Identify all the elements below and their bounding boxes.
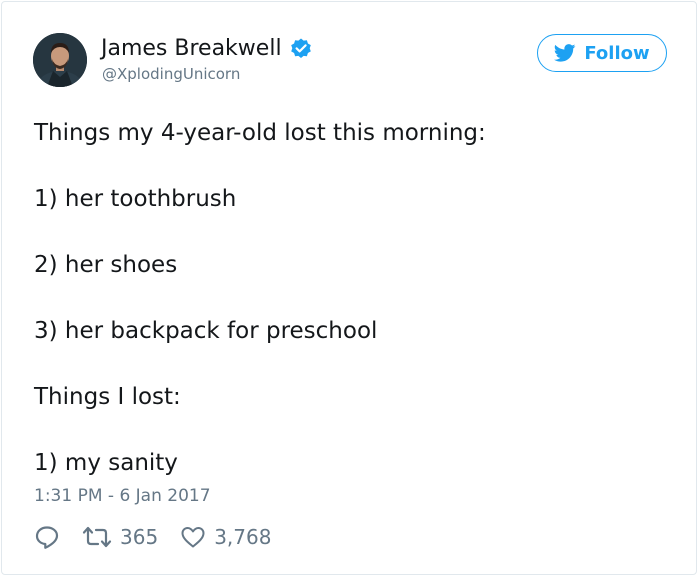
like-count: 3,768 [214,525,272,549]
tweet-line: Things I lost: [34,384,181,410]
like-button[interactable]: 3,768 [180,525,271,549]
tweet-line: 1) her toothbrush [34,186,237,212]
retweet-button[interactable]: 365 [82,525,158,549]
heart-icon [180,525,206,549]
tweet-line: 1) my sanity [34,450,178,476]
follow-button[interactable]: Follow [537,34,667,72]
tweet-line: Things my 4-year-old lost this morning: [34,120,486,146]
tweet-line: 3) her backpack for preschool [34,318,378,344]
tweet-line: 2) her shoes [34,252,178,278]
author-name[interactable]: James Breakwell [101,35,282,63]
verified-badge-icon [289,37,313,61]
tweet-timestamp[interactable]: 1:31 PM - 6 Jan 2017 [34,485,211,507]
twitter-bird-icon [554,44,576,62]
author-name-row: James Breakwell [101,35,313,63]
tweet-text: Things my 4-year-old lost this morning: … [34,116,674,480]
avatar[interactable] [33,33,87,87]
follow-button-label: Follow [584,42,650,64]
reply-button[interactable] [34,524,60,550]
reply-icon [34,524,60,550]
tweet-actions: 365 3,768 [34,522,271,552]
retweet-icon [82,525,112,549]
tweet-card: James Breakwell @XplodingUnicorn Follow … [1,1,697,575]
author-handle[interactable]: @XplodingUnicorn [102,64,240,84]
retweet-count: 365 [120,525,159,549]
